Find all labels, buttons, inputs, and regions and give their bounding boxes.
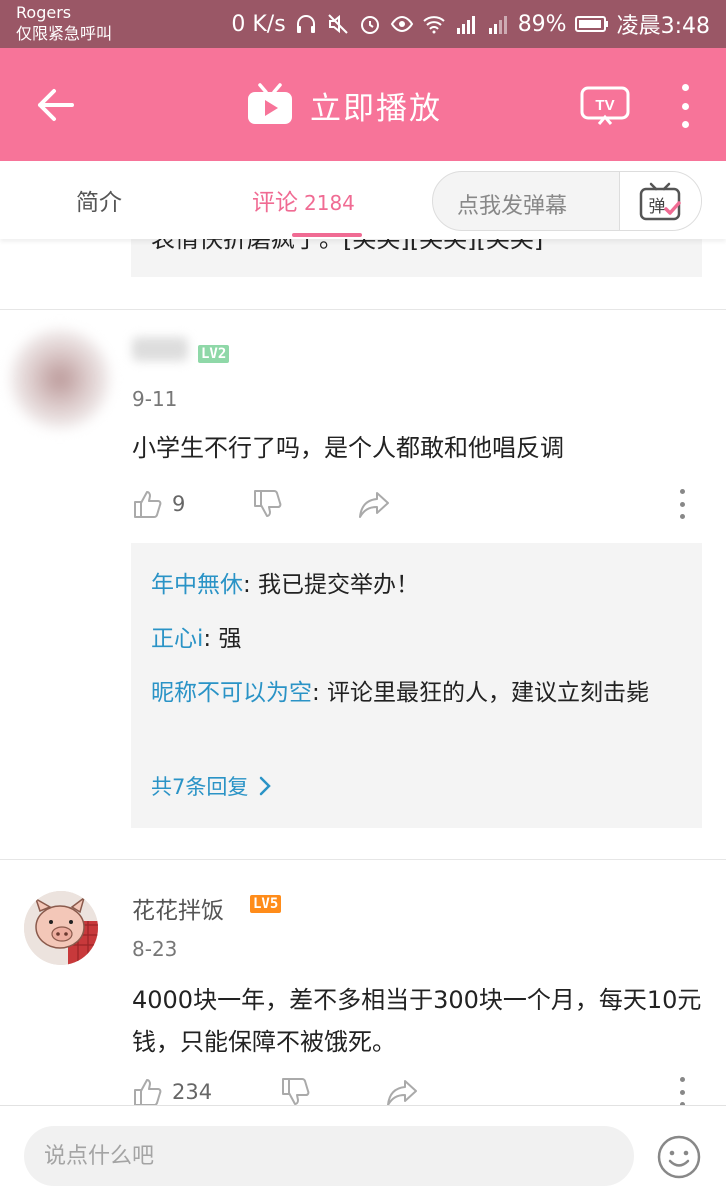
level-badge: LV2: [198, 345, 230, 363]
reply-item[interactable]: 年中無休: 我已提交举办！: [151, 565, 686, 605]
prev-reply-box: 表情快折磨疯了。[笑笑][笑笑][笑笑]: [131, 239, 702, 277]
comment-text: 小学生不行了吗，是个人都敢和他唱反调: [132, 434, 564, 462]
comment-username[interactable]: 花花拌饭: [132, 891, 224, 925]
comment-more-button[interactable]: [678, 489, 686, 519]
like-button[interactable]: 234: [132, 1077, 212, 1105]
active-tab-indicator: [292, 233, 362, 237]
thumbs-down-icon: [282, 1078, 310, 1105]
comments-count: 2184: [304, 191, 355, 215]
reply-text: : 评论里最狂的人，建议立刻击毙: [312, 680, 650, 706]
danmaku-entry[interactable]: 点我发弹幕 弹: [432, 171, 702, 231]
headphones-icon: [294, 12, 318, 36]
tab-comments-label: 评论: [252, 190, 298, 216]
battery-percent: 89%: [517, 11, 567, 37]
more-options-button[interactable]: [672, 84, 698, 128]
reply-text: : 我已提交举办！: [243, 572, 420, 598]
avatar[interactable]: [24, 891, 98, 965]
username-blurred[interactable]: [132, 337, 188, 361]
play-now-title: 立即播放: [310, 90, 442, 127]
clock: 凌晨3:48: [616, 14, 710, 39]
comment-input[interactable]: [24, 1126, 634, 1186]
thumbs-down-icon: [254, 490, 282, 517]
share-icon: [387, 1080, 417, 1105]
tab-intro[interactable]: 简介: [76, 183, 122, 217]
reply-username[interactable]: 正心i: [151, 626, 203, 652]
reply-item[interactable]: 正心i: 强: [151, 619, 686, 659]
back-button[interactable]: [30, 80, 80, 130]
thumbs-up-icon: [134, 491, 162, 518]
avatar[interactable]: [10, 329, 110, 429]
tab-comments[interactable]: 评论 2184: [252, 183, 355, 217]
arrow-left-icon: [38, 89, 74, 121]
share-button[interactable]: [358, 491, 390, 523]
thumbs-up-icon: [134, 1079, 162, 1105]
comment-actions: 234: [132, 1077, 702, 1105]
view-all-replies-label: 共7条回复: [151, 775, 249, 799]
wifi-icon: [422, 12, 446, 36]
divider: [0, 859, 726, 860]
comment-date: 8-23: [132, 937, 178, 961]
comment-date: 9-11: [132, 387, 178, 411]
danmaku-placeholder: 点我发弹幕: [457, 194, 568, 219]
status-bar: Rogers 仅限紧急呼叫 0 K/s 89% 凌晨3:48: [0, 0, 726, 48]
signal-4g-icon: [454, 12, 478, 36]
comment-actions: 9: [132, 489, 702, 525]
mute-icon: [326, 12, 350, 36]
view-all-replies-link[interactable]: 共7条回复: [151, 771, 272, 801]
pig-avatar-icon: [24, 891, 98, 965]
svg-text:弹: 弹: [648, 197, 665, 217]
replies-box[interactable]: 年中無休: 我已提交举办！ 正心i: 强 昵称不可以为空: 评论里最狂的人，建议…: [131, 543, 702, 828]
top-app-bar: 立即播放 TV: [0, 48, 726, 161]
eye-icon: [390, 12, 414, 36]
divider: [0, 309, 726, 310]
reply-username[interactable]: 年中無休: [151, 572, 243, 598]
emoji-button[interactable]: [656, 1134, 702, 1180]
signal-icon: [486, 12, 510, 36]
level-badge: LV5: [250, 895, 282, 913]
comment-text: 4000块一年，差不多相当于300块一个月，每天10元钱，只能保障不被饿死。: [132, 986, 702, 1056]
reply-item[interactable]: 昵称不可以为空: 评论里最狂的人，建议立刻击毙: [151, 673, 686, 713]
emergency-only-label: 仅限紧急呼叫: [16, 24, 113, 43]
like-count: 9: [172, 492, 186, 516]
comment-list[interactable]: 表情快折磨疯了。[笑笑][笑笑][笑笑] LV2 9-11 小学生不行了吗，是个…: [0, 239, 726, 1105]
cast-tv-button[interactable]: TV: [580, 86, 630, 126]
danmaku-icon: 弹: [639, 182, 681, 221]
status-icons: 0 K/s 89% 凌晨3:48: [231, 8, 710, 40]
battery-icon: [574, 12, 609, 36]
danmaku-toggle-button[interactable]: 弹: [619, 172, 701, 230]
dislike-button[interactable]: [252, 489, 282, 525]
alarm-icon: [358, 12, 382, 36]
net-speed: 0 K/s: [231, 11, 286, 37]
share-button[interactable]: [386, 1079, 418, 1105]
smiley-icon: [657, 1135, 701, 1179]
share-icon: [359, 492, 389, 518]
comment-more-button[interactable]: [678, 1077, 686, 1105]
tv-play-icon: [248, 83, 292, 124]
like-count: 234: [172, 1080, 213, 1104]
tab-bar: 简介 评论 2184 点我发弹幕 弹: [0, 161, 726, 239]
prev-reply-text: 表情快折磨疯了。[笑笑][笑笑][笑笑]: [151, 239, 544, 253]
reply-username[interactable]: 昵称不可以为空: [151, 680, 312, 706]
like-button[interactable]: 9: [132, 489, 185, 519]
tv-cast-icon: TV: [580, 86, 630, 125]
svg-text:TV: TV: [595, 97, 614, 114]
dislike-button[interactable]: [280, 1077, 310, 1105]
comment-composer: [0, 1105, 726, 1200]
reply-text: : 强: [203, 626, 242, 652]
carrier-name: Rogers: [16, 3, 72, 22]
chevron-right-icon: [260, 776, 272, 796]
play-now-button[interactable]: 立即播放: [246, 78, 442, 132]
